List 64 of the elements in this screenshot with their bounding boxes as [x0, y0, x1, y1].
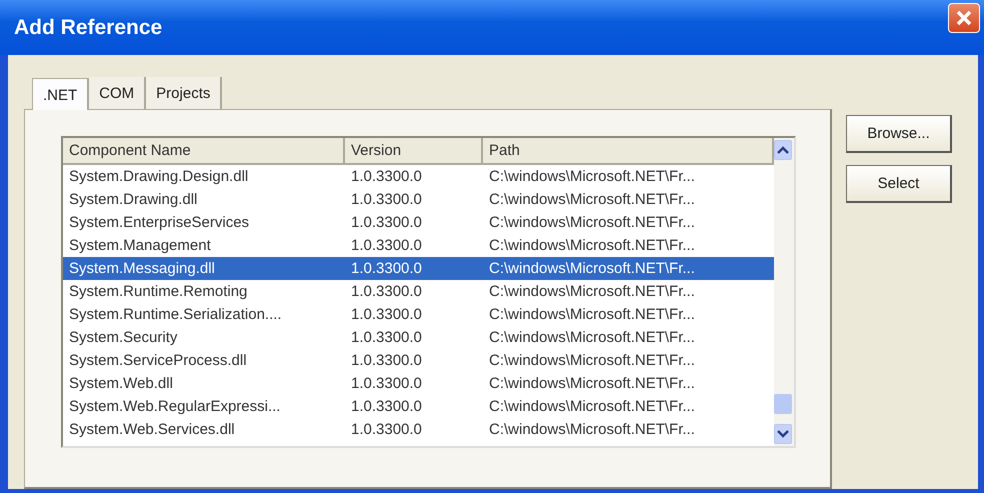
- table-cell-text: C:\windows\Microsoft.NET\Fr...: [488, 283, 696, 300]
- table-cell-text: System.Web.RegularExpressi...: [68, 398, 282, 415]
- table-cell-text: 1.0.3300.0: [350, 237, 423, 254]
- table-row[interactable]: System.Web.dll 1.0.3300.0 C:\windows\Microsoft.NET\Fr...: [63, 372, 774, 395]
- scroll-thumb[interactable]: [774, 394, 792, 414]
- table-cell-text: 1.0.3300.0: [350, 260, 423, 277]
- close-button[interactable]: [948, 3, 980, 33]
- table-row[interactable]: System.Drawing.Design.dll 1.0.3300.0 C:\windows\Microsoft.NET\Fr...: [63, 165, 774, 188]
- chevron-down-icon: [777, 430, 789, 438]
- table-cell-text: 1.0.3300.0: [350, 398, 423, 415]
- table-cell-text: System.Messaging.dll: [68, 260, 216, 277]
- dialog-button[interactable]: Browse...: [846, 115, 952, 153]
- table-cell-text: 1.0.3300.0: [350, 168, 423, 185]
- table-cell-text: System.Runtime.Serialization....: [68, 306, 283, 323]
- table-cell-text: C:\windows\Microsoft.NET\Fr...: [488, 421, 696, 438]
- table-cell-text: C:\windows\Microsoft.NET\Fr...: [488, 398, 696, 415]
- table-cell-text: System.EnterpriseServices: [68, 214, 250, 231]
- table-cell-text: System.Security: [68, 329, 178, 346]
- column-header[interactable]: Path: [483, 138, 774, 165]
- table-row[interactable]: System.Messaging.dll 1.0.3300.0 C:\windows\Microsoft.NET\Fr...: [63, 257, 774, 280]
- table-cell-text: C:\windows\Microsoft.NET\Fr...: [488, 237, 696, 254]
- table-cell-text: System.Web.dll: [68, 375, 174, 392]
- table-cell-text: C:\windows\Microsoft.NET\Fr...: [488, 214, 696, 231]
- tab[interactable]: Projects: [146, 77, 222, 109]
- table-row[interactable]: System.Drawing.dll 1.0.3300.0 C:\windows\Microsoft.NET\Fr...: [63, 188, 774, 211]
- table-cell-text: 1.0.3300.0: [350, 283, 423, 300]
- table-cell-text: C:\windows\Microsoft.NET\Fr...: [488, 352, 696, 369]
- column-header[interactable]: Component Name: [63, 138, 345, 165]
- table-cell-text: C:\windows\Microsoft.NET\Fr...: [488, 191, 696, 208]
- table-cell-text: C:\windows\Microsoft.NET\Fr...: [488, 329, 696, 346]
- table-cell-text: System.Management: [68, 237, 212, 254]
- chevron-up-icon: [777, 146, 789, 154]
- scroll-down-button[interactable]: [774, 424, 792, 444]
- column-header[interactable]: Version: [345, 138, 483, 165]
- table-cell-text: System.ServiceProcess.dll: [68, 352, 248, 369]
- table-cell-text: 1.0.3300.0: [350, 214, 423, 231]
- table-cell-text: 1.0.3300.0: [350, 421, 423, 438]
- table-cell-text: System.Drawing.Design.dll: [68, 168, 250, 185]
- scroll-up-button[interactable]: [774, 140, 792, 160]
- window-title: Add Reference: [14, 16, 162, 40]
- table-cell-text: C:\windows\Microsoft.NET\Fr...: [488, 260, 696, 277]
- table-row[interactable]: System.Runtime.Serialization.... 1.0.3300.0 C:\windows\Microsoft.NET\Fr...: [63, 303, 774, 326]
- table-row[interactable]: System.Web.RegularExpressi... 1.0.3300.0 C:\windows\Microsoft.NET\Fr...: [63, 395, 774, 418]
- table-cell-text: 1.0.3300.0: [350, 191, 423, 208]
- table-cell-text: System.Runtime.Remoting: [68, 283, 248, 300]
- table-row[interactable]: System.ServiceProcess.dll 1.0.3300.0 C:\windows\Microsoft.NET\Fr...: [63, 349, 774, 372]
- table-cell-text: 1.0.3300.0: [350, 306, 423, 323]
- table-cell-text: 1.0.3300.0: [350, 375, 423, 392]
- dialog-button[interactable]: Select: [846, 165, 952, 203]
- tab[interactable]: .NET: [32, 78, 90, 110]
- table-row[interactable]: System.Security 1.0.3300.0 C:\windows\Microsoft.NET\Fr...: [63, 326, 774, 349]
- table-row[interactable]: System.EnterpriseServices 1.0.3300.0 C:\windows\Microsoft.NET\Fr...: [63, 211, 774, 234]
- table-cell-text: System.Drawing.dll: [68, 191, 198, 208]
- table-cell-text: C:\windows\Microsoft.NET\Fr...: [488, 168, 696, 185]
- table-cell-text: 1.0.3300.0: [350, 329, 423, 346]
- table-cell-text: 1.0.3300.0: [350, 352, 423, 369]
- table-cell-text: C:\windows\Microsoft.NET\Fr...: [488, 375, 696, 392]
- close-icon: [954, 8, 974, 28]
- table-row[interactable]: System.Web.Services.dll 1.0.3300.0 C:\windows\Microsoft.NET\Fr...: [63, 418, 774, 441]
- tab[interactable]: COM: [89, 77, 146, 109]
- table-row[interactable]: System.Runtime.Remoting 1.0.3300.0 C:\windows\Microsoft.NET\Fr...: [63, 280, 774, 303]
- table-cell-text: C:\windows\Microsoft.NET\Fr...: [488, 306, 696, 323]
- table-row[interactable]: System.Management 1.0.3300.0 C:\windows\Microsoft.NET\Fr...: [63, 234, 774, 257]
- table-cell-text: System.Web.Services.dll: [68, 421, 236, 438]
